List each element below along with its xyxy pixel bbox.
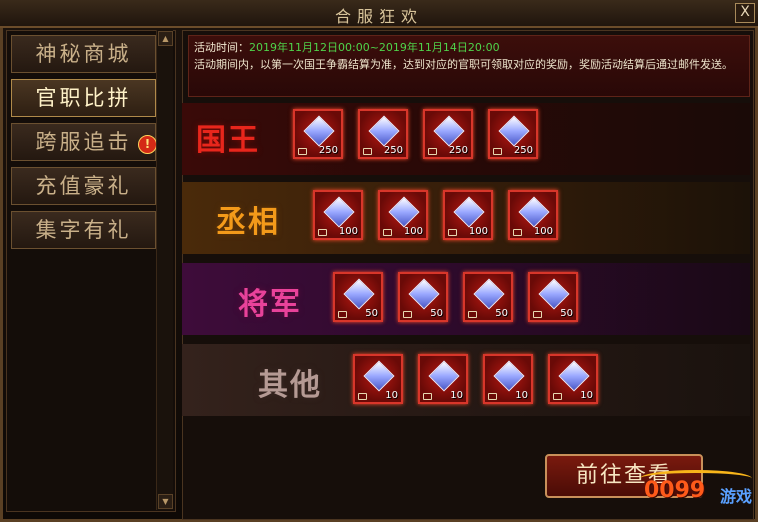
diamond-icon	[454, 199, 484, 229]
activity-info-box: 活动时间：2019年11月12日00:00~2019年11月14日20:00 活…	[188, 35, 750, 97]
lock-icon	[553, 393, 562, 400]
activity-description: 活动期间内，以第一次国王争霸结算为准，达到对应的官职可领取对应的奖励，奖励活动结…	[194, 58, 733, 71]
sidebar-scrollbar[interactable]: ▲ ▼	[156, 30, 173, 510]
lock-icon	[448, 229, 457, 236]
sidebar-item-collect-words[interactable]: 集字有礼	[11, 211, 156, 249]
reward-quantity: 100	[533, 226, 553, 237]
reward-quantity: 250	[448, 145, 468, 156]
close-button[interactable]: X	[735, 3, 755, 23]
lock-icon	[513, 229, 522, 236]
diamond-icon	[409, 281, 439, 311]
diamond-icon	[304, 118, 334, 148]
diamond-icon	[499, 118, 529, 148]
reward-slot[interactable]: 250	[358, 109, 408, 159]
reward-quantity: 250	[513, 145, 533, 156]
reward-quantity: 100	[468, 226, 488, 237]
reward-slot[interactable]: 100	[378, 190, 428, 240]
lock-icon	[468, 311, 477, 318]
reward-slot[interactable]: 50	[398, 272, 448, 322]
sidebar-item-rank-contest[interactable]: 官职比拼	[11, 79, 156, 117]
lock-icon	[383, 229, 392, 236]
reward-quantity: 100	[338, 226, 358, 237]
lock-icon	[428, 148, 437, 155]
watermark-brand: 游戏	[720, 487, 753, 506]
scroll-down-icon[interactable]: ▼	[158, 494, 173, 509]
diamond-icon	[369, 118, 399, 148]
reward-quantity: 50	[365, 308, 378, 319]
diamond-icon	[519, 199, 549, 229]
rank-title-chancellor: 丞相	[216, 205, 280, 240]
reward-quantity: 10	[580, 390, 593, 401]
watermark-logo: 0099 游戏	[632, 470, 756, 512]
scroll-up-icon[interactable]: ▲	[158, 31, 173, 46]
diamond-icon	[429, 363, 459, 393]
reward-slot[interactable]: 100	[443, 190, 493, 240]
lock-icon	[488, 393, 497, 400]
lock-icon	[533, 311, 542, 318]
reward-quantity: 10	[515, 390, 528, 401]
title-bar: 合服狂欢 X	[0, 0, 758, 28]
activity-time-line: 活动时间：2019年11月12日00:00~2019年11月14日20:00	[194, 40, 500, 56]
lock-icon	[298, 148, 307, 155]
reward-slot[interactable]: 50	[463, 272, 513, 322]
reward-slot[interactable]: 250	[488, 109, 538, 159]
reward-slot[interactable]: 10	[548, 354, 598, 404]
reward-slot[interactable]: 10	[483, 354, 533, 404]
lock-icon	[358, 393, 367, 400]
lock-icon	[493, 148, 502, 155]
sidebar-item-recharge-gift[interactable]: 充值豪礼	[11, 167, 156, 205]
reward-quantity: 10	[385, 390, 398, 401]
lock-icon	[423, 393, 432, 400]
sidebar-item-mystery-shop[interactable]: 神秘商城	[11, 35, 156, 73]
rank-title-general: 将军	[238, 287, 302, 322]
sidebar: 神秘商城 官职比拼 跨服追击 充值豪礼 集字有礼	[6, 30, 176, 512]
lock-icon	[363, 148, 372, 155]
alert-badge-icon: !	[138, 135, 157, 154]
diamond-icon	[559, 363, 589, 393]
lock-icon	[338, 311, 347, 318]
reward-quantity: 50	[430, 308, 443, 319]
reward-slot[interactable]: 10	[353, 354, 403, 404]
diamond-icon	[539, 281, 569, 311]
watermark-digits: 0099	[644, 478, 706, 503]
lock-icon	[318, 229, 327, 236]
rank-title-king: 国王	[196, 123, 260, 158]
diamond-icon	[324, 199, 354, 229]
rank-title-other: 其他	[258, 368, 322, 403]
reward-quantity: 250	[318, 145, 338, 156]
activity-time-value: 2019年11月12日00:00~2019年11月14日20:00	[249, 41, 500, 54]
reward-slot[interactable]: 10	[418, 354, 468, 404]
reward-slot[interactable]: 50	[528, 272, 578, 322]
reward-quantity: 250	[383, 145, 403, 156]
reward-quantity: 50	[495, 308, 508, 319]
window-title: 合服狂欢	[334, 7, 423, 26]
lock-icon	[403, 311, 412, 318]
sidebar-item-cross-server-chase[interactable]: 跨服追击	[11, 123, 156, 161]
reward-quantity: 100	[403, 226, 423, 237]
diamond-icon	[474, 281, 504, 311]
reward-slot[interactable]: 100	[313, 190, 363, 240]
reward-slot[interactable]: 250	[423, 109, 473, 159]
reward-slot[interactable]: 100	[508, 190, 558, 240]
reward-quantity: 50	[560, 308, 573, 319]
diamond-icon	[434, 118, 464, 148]
diamond-icon	[344, 281, 374, 311]
reward-slot[interactable]: 250	[293, 109, 343, 159]
diamond-icon	[494, 363, 524, 393]
reward-quantity: 10	[450, 390, 463, 401]
diamond-icon	[389, 199, 419, 229]
diamond-icon	[364, 363, 394, 393]
reward-slot[interactable]: 50	[333, 272, 383, 322]
activity-time-label: 活动时间：	[194, 41, 249, 54]
